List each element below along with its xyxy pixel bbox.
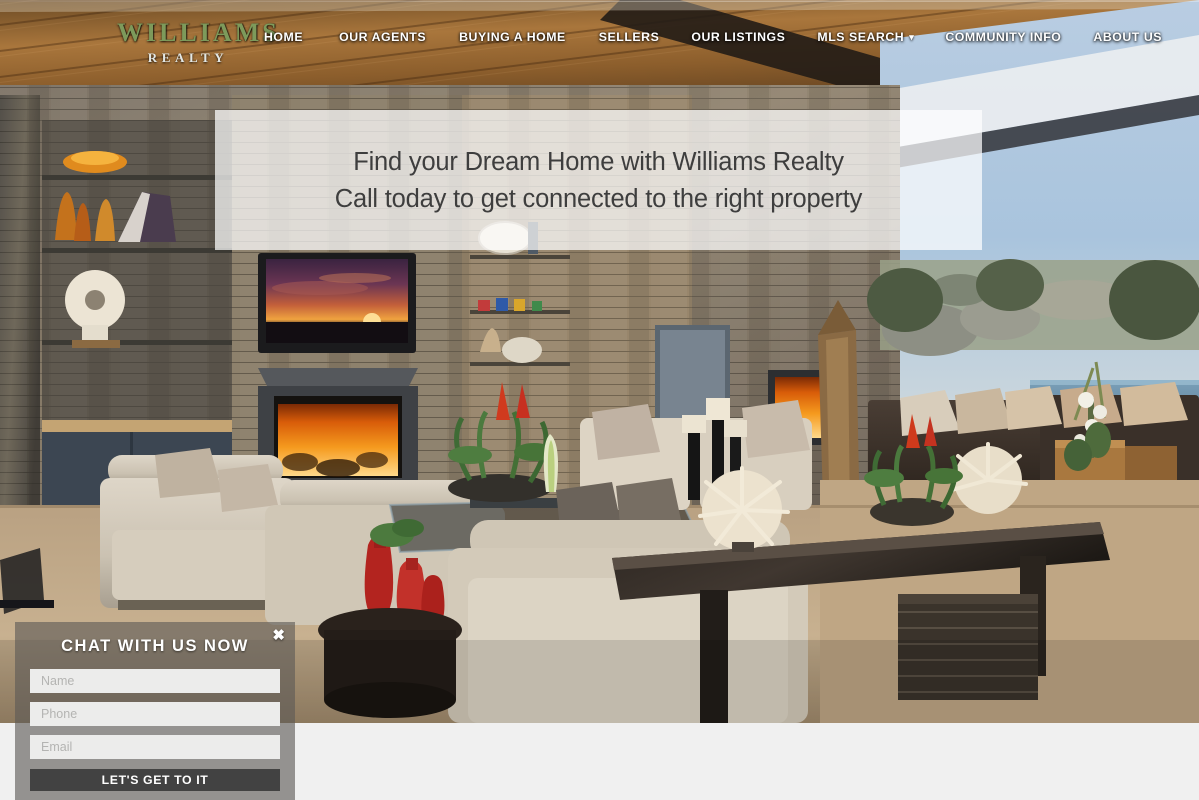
nav-item-our-listings[interactable]: OUR LISTINGS (691, 26, 785, 48)
chevron-down-icon: ▾ (909, 32, 915, 42)
chat-submit-button[interactable]: LET'S GET TO IT (30, 768, 280, 791)
chat-email-input[interactable] (30, 734, 280, 759)
chat-widget: ✖ CHAT WITH US NOW LET'S GET TO IT (15, 622, 295, 800)
nav-item-mls-search[interactable]: MLS SEARCH ▾ (817, 26, 914, 48)
logo-primary-text: WILLIAMS (117, 18, 280, 47)
nav-item-home-label: HOME (264, 30, 304, 44)
chat-name-input[interactable] (30, 668, 280, 693)
hero-image (0, 0, 1199, 723)
close-icon[interactable]: ✖ (272, 628, 285, 643)
nav-item-our-agents[interactable]: OUR AGENTS (339, 26, 426, 48)
main-navigation: WILLIAMS REALTY HOME OUR AGENTS BUYING A… (0, 0, 1199, 78)
nav-item-our-agents-label: OUR AGENTS (339, 30, 427, 44)
nav-item-community-info-label: COMMUNITY INFO (945, 30, 1062, 44)
nav-item-home[interactable]: HOME (264, 26, 303, 48)
site-logo[interactable]: WILLIAMS REALTY (117, 18, 280, 65)
nav-item-buying-a-home-label: BUYING A HOME (459, 30, 566, 44)
nav-item-community-info[interactable]: COMMUNITY INFO (945, 26, 1061, 48)
chat-widget-title: CHAT WITH US NOW (61, 637, 249, 655)
hero-headline-line-2: Call today to get connected to the right… (334, 184, 863, 213)
nav-top-divider (0, 0, 1199, 2)
nav-item-sellers-label: SELLERS (598, 30, 660, 44)
nav-item-our-listings-label: OUR LISTINGS (691, 30, 786, 44)
hero-headline-line-1: Find your Dream Home with Williams Realt… (353, 148, 844, 176)
nav-item-mls-search-label: MLS SEARCH (817, 30, 905, 44)
nav-item-about-us[interactable]: ABOUT US (1093, 26, 1162, 48)
page-root: WILLIAMS REALTY HOME OUR AGENTS BUYING A… (0, 0, 1199, 800)
nav-item-about-us-label: ABOUT US (1093, 30, 1163, 44)
nav-item-sellers[interactable]: SELLERS (599, 26, 660, 48)
nav-item-buying-a-home[interactable]: BUYING A HOME (459, 26, 566, 48)
nav-items-list: HOME OUR AGENTS BUYING A HOME SELLERS OU… (264, 26, 1162, 48)
hero-headline-panel: Find your Dream Home with Williams Realt… (215, 110, 982, 250)
logo-secondary-text: REALTY (147, 50, 229, 65)
hero-photo-illustration (0, 0, 1199, 723)
chat-phone-input[interactable] (30, 701, 280, 726)
